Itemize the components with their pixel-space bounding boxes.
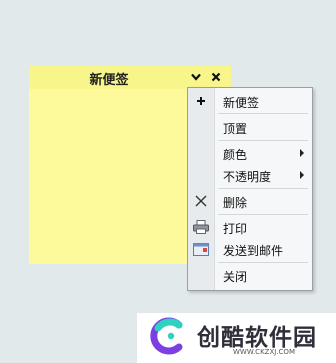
close-icon[interactable] — [209, 70, 223, 84]
menu-item-new-note[interactable]: 新便签 — [188, 91, 312, 111]
menu-separator — [218, 188, 308, 189]
menu-separator — [218, 262, 308, 263]
menu-item-delete[interactable]: 删除 — [188, 191, 312, 211]
menu-item-label: 不透明度 — [223, 170, 272, 184]
chevron-down-icon[interactable] — [189, 70, 203, 84]
menu-item-label: 关闭 — [223, 270, 248, 284]
mail-icon — [192, 240, 210, 258]
printer-icon — [192, 218, 210, 236]
menu-item-label: 顶置 — [223, 122, 248, 136]
menu-item-opacity[interactable]: 不透明度 — [188, 165, 312, 185]
menu-separator — [218, 214, 308, 215]
menu-item-close[interactable]: 关闭 — [188, 265, 312, 285]
context-menu: 新便签 顶置 颜色 不透明度 删除 打印 发送到邮件 关闭 — [187, 87, 313, 291]
menu-item-pin-top[interactable]: 顶置 — [188, 117, 312, 137]
menu-item-label: 新便签 — [223, 96, 260, 110]
menu-item-label: 颜色 — [223, 148, 248, 162]
menu-item-print[interactable]: 打印 — [188, 217, 312, 237]
brand-logo-icon — [150, 317, 183, 355]
menu-item-color[interactable]: 颜色 — [188, 143, 312, 163]
submenu-arrow-icon — [300, 149, 304, 157]
menu-item-label: 发送到邮件 — [223, 244, 284, 258]
watermark: 创酷软件园 WWW.CKZXJ.COM — [137, 313, 336, 363]
plus-icon — [192, 92, 210, 110]
note-title: 新便签 — [89, 73, 129, 88]
submenu-arrow-icon — [300, 171, 304, 179]
menu-item-label: 打印 — [223, 222, 248, 236]
menu-item-label: 删除 — [223, 196, 248, 210]
delete-x-icon — [192, 192, 210, 210]
menu-separator — [218, 113, 308, 114]
watermark-url: WWW.CKZXJ.COM — [233, 348, 295, 356]
menu-item-send-mail[interactable]: 发送到邮件 — [188, 239, 312, 259]
menu-separator — [218, 140, 308, 141]
watermark-name: 创酷软件园 — [197, 325, 317, 351]
note-titlebar[interactable]: 新便签 — [29, 66, 231, 89]
